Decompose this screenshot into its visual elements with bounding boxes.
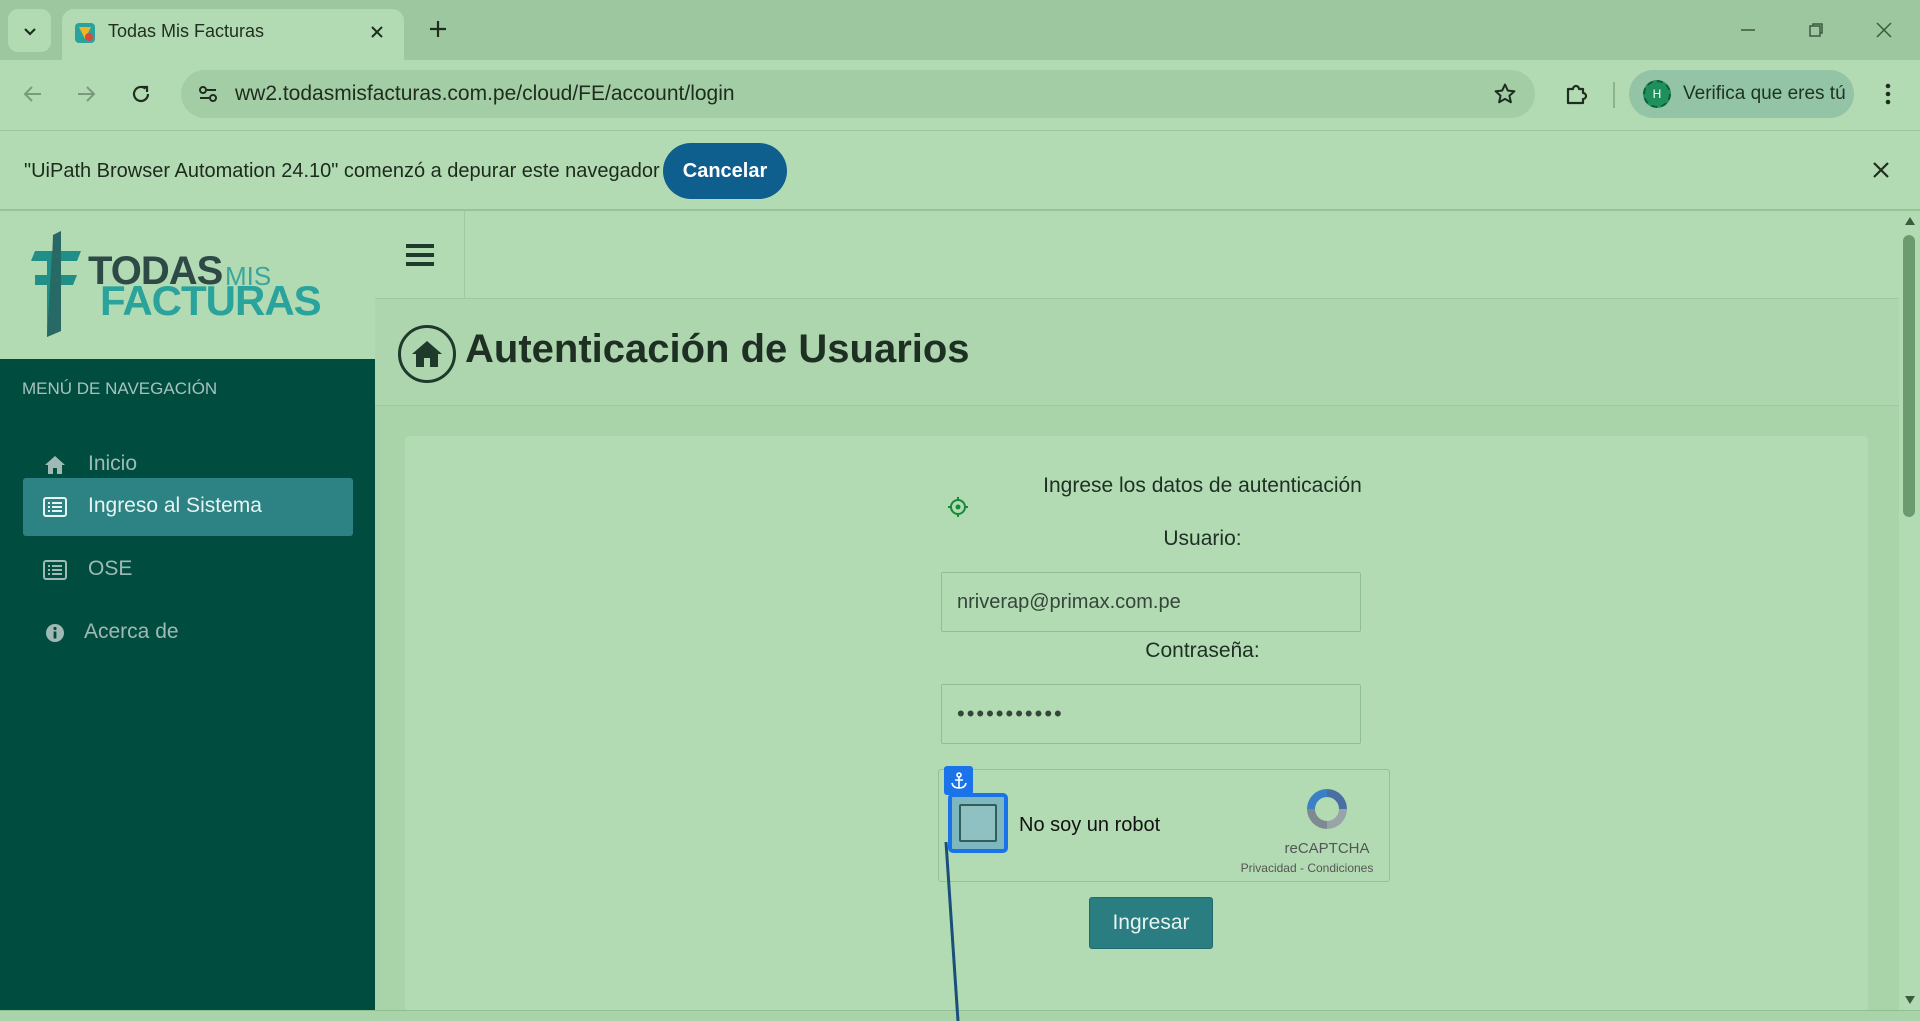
sidebar-toggle-button[interactable] [375, 211, 465, 299]
logo[interactable]: TODAS MIS FACTURAS [0, 211, 375, 359]
debugging-infobar: "UiPath Browser Automation 24.10" comenz… [0, 130, 1920, 211]
avatar: H [1643, 80, 1671, 108]
tune-icon [199, 86, 217, 102]
sidebar-item-label: Ingreso al Sistema [88, 494, 262, 517]
site-favicon-icon [75, 23, 95, 43]
page-scrollbar[interactable] [1899, 211, 1920, 1010]
browser-tab-bar: Todas Mis Facturas [0, 0, 1920, 60]
extensions-button[interactable] [1557, 74, 1597, 114]
username-label: Usuario: [1163, 527, 1242, 550]
password-input[interactable]: ••••••••••• [941, 684, 1361, 744]
scroll-thumb[interactable] [1903, 235, 1915, 517]
crosshair-icon [948, 497, 968, 517]
sidebar-item-label: OSE [88, 557, 133, 580]
captcha-checkbox[interactable] [948, 793, 1008, 853]
star-icon [1494, 83, 1516, 104]
more-vertical-icon [1885, 83, 1891, 105]
sidebar-item-acerca[interactable]: Acerca de [23, 604, 353, 662]
new-tab-button[interactable] [421, 12, 455, 46]
home-circle-icon [398, 325, 456, 383]
recaptcha-widget: No soy un robot reCAPTCHA Privacidad - C… [938, 766, 1390, 882]
username-input[interactable]: nriverap@primax.com.pe [941, 572, 1361, 632]
scroll-up-arrow[interactable] [1903, 215, 1916, 227]
close-tab-button[interactable] [364, 19, 390, 45]
password-label: Contraseña: [1145, 639, 1260, 662]
top-navbar [375, 211, 1899, 299]
recaptcha-logo-icon [1307, 789, 1347, 829]
close-window-button[interactable] [1856, 8, 1912, 52]
horizontal-scroll-area [0, 1010, 1920, 1021]
triangle-up-icon [1904, 217, 1915, 225]
triangle-down-icon [1904, 996, 1915, 1004]
infobar-message: "UiPath Browser Automation 24.10" comenz… [24, 160, 660, 182]
sidebar-item-label: Acerca de [84, 620, 179, 643]
close-icon [1876, 22, 1892, 38]
logo-mark-icon [31, 231, 81, 337]
restore-icon [1809, 23, 1823, 37]
url-text[interactable]: ww2.todasmisfacturas.com.pe/cloud/FE/acc… [235, 82, 735, 106]
logo-text-facturas: FACTURAS [100, 277, 322, 324]
browser-menu-button[interactable] [1868, 74, 1908, 114]
back-button[interactable] [13, 74, 53, 114]
captcha-label: No soy un robot [1019, 814, 1161, 836]
page-header: Autenticación de Usuarios [375, 299, 1899, 406]
sidebar: TODAS MIS FACTURAS MENÚ DE NAVEGACIÓN In… [0, 211, 375, 1010]
forward-button[interactable] [66, 74, 106, 114]
list-icon [43, 559, 67, 581]
profile-button[interactable]: H Verifica que eres tú [1629, 70, 1854, 118]
tab-search-button[interactable] [8, 9, 51, 52]
anchor-icon [950, 771, 967, 789]
minimize-button[interactable] [1720, 8, 1776, 52]
arrow-right-icon [78, 86, 96, 102]
close-infobar-button[interactable] [1866, 155, 1896, 185]
sidebar-item-ose[interactable]: OSE [23, 541, 353, 599]
web-page: TODAS MIS FACTURAS MENÚ DE NAVEGACIÓN In… [0, 211, 1920, 1010]
login-intro: Ingrese los datos de autenticación [1043, 474, 1362, 497]
site-info-button[interactable] [191, 77, 225, 111]
puzzle-icon [1566, 84, 1588, 105]
arrow-left-icon [23, 86, 41, 102]
login-card: Ingrese los datos de autenticación Usuar… [405, 436, 1868, 1010]
tab-title: Todas Mis Facturas [108, 21, 265, 41]
home-icon [43, 454, 67, 476]
hamburger-icon [405, 244, 434, 266]
page-title: Autenticación de Usuarios [465, 327, 970, 371]
reload-icon [132, 85, 150, 103]
toolbar-separator [1613, 82, 1615, 108]
profile-label: Verifica que eres tú [1683, 83, 1846, 104]
minimize-icon [1741, 29, 1755, 31]
main-content: Autenticación de Usuarios Ingrese los da… [375, 211, 1899, 1010]
sidebar-item-ingreso[interactable]: Ingreso al Sistema [23, 478, 353, 536]
browser-toolbar: ww2.todasmisfacturas.com.pe/cloud/FE/acc… [0, 60, 1920, 130]
nav-heading: MENÚ DE NAVEGACIÓN [22, 379, 218, 398]
sidebar-item-label: Inicio [88, 452, 138, 475]
bookmark-button[interactable] [1489, 78, 1521, 110]
restore-button[interactable] [1788, 8, 1844, 52]
plus-icon [430, 21, 446, 37]
close-icon [371, 26, 383, 38]
login-submit-button[interactable]: Ingresar [1089, 897, 1213, 949]
recaptcha-links[interactable]: Privacidad - Condiciones [1229, 861, 1385, 875]
info-icon [43, 622, 67, 644]
browser-tab[interactable]: Todas Mis Facturas [62, 9, 404, 60]
close-icon [1873, 162, 1889, 178]
scroll-down-arrow[interactable] [1903, 994, 1916, 1006]
address-bar[interactable]: ww2.todasmisfacturas.com.pe/cloud/FE/acc… [181, 70, 1535, 118]
reload-button[interactable] [121, 74, 161, 114]
cancel-debugging-button[interactable]: Cancelar [663, 143, 787, 199]
list-icon [43, 496, 67, 518]
chevron-down-icon [23, 27, 36, 36]
recaptcha-brand: reCAPTCHA [1284, 840, 1370, 857]
anchor-badge [944, 766, 973, 795]
captcha-checkbox-box [959, 804, 997, 842]
